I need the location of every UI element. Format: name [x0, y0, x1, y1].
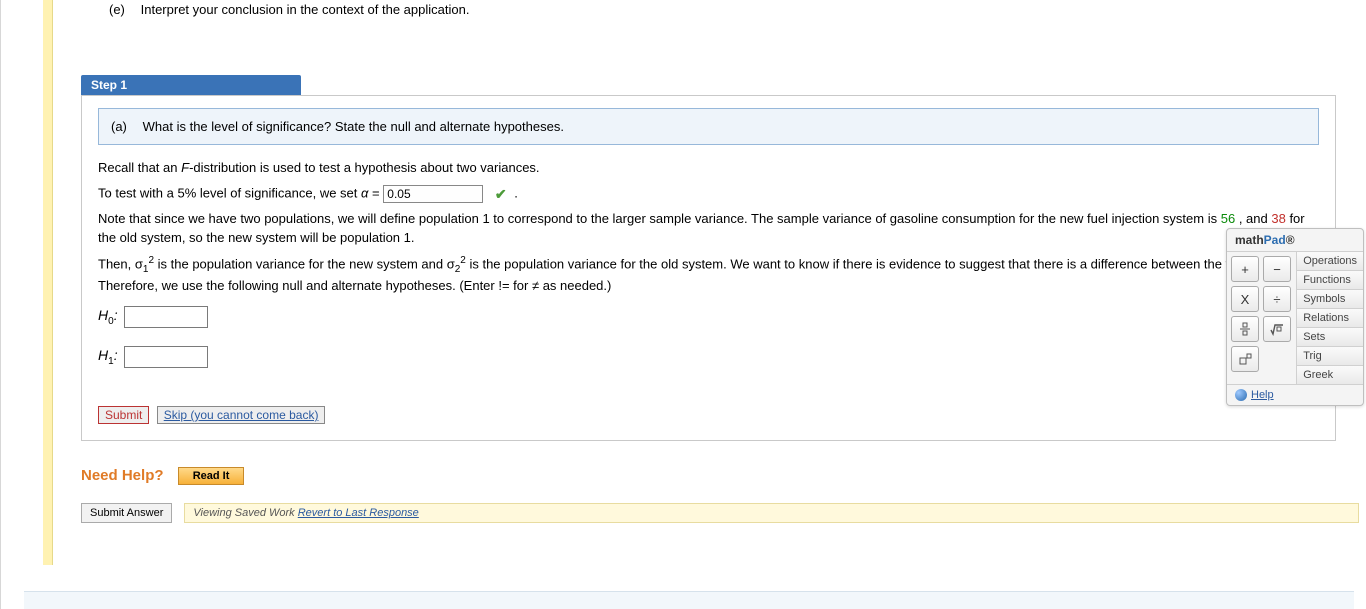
mathpad-sqrt-button[interactable]: [1263, 316, 1291, 342]
note-mid: , and: [1239, 211, 1272, 226]
alpha-period: .: [514, 185, 518, 200]
footer-strip: [24, 591, 1354, 609]
mathpad-minus-button[interactable]: −: [1263, 256, 1291, 282]
revert-link[interactable]: Revert to Last Response: [298, 507, 419, 519]
h1-input[interactable]: [124, 346, 208, 368]
read-it-button[interactable]: Read It: [178, 467, 245, 485]
part-e-label: (e): [109, 2, 137, 17]
question-highlight-strip: [43, 0, 53, 565]
note-paragraph: Note that since we have two populations,…: [98, 210, 1319, 248]
recall-text: Recall that an F-distribution is used to…: [98, 159, 1319, 178]
sub-question-text: What is the level of significance? State…: [143, 119, 564, 134]
sub-question-a: (a) What is the level of significance? S…: [98, 108, 1319, 145]
check-icon: ✔: [495, 184, 507, 204]
alpha-prefix: To test with a 5% level of significance,…: [98, 185, 383, 200]
h0-row: H0:: [98, 306, 1319, 328]
value-38: 38: [1271, 211, 1285, 226]
sigma1-sup: 2: [148, 255, 154, 266]
part-e-text: Interpret your conclusion in the context…: [141, 2, 470, 17]
mathpad-cat-functions[interactable]: Functions: [1297, 271, 1363, 290]
submit-step-button[interactable]: Submit: [98, 406, 149, 424]
then-a: Then, σ: [98, 256, 143, 271]
mathpad-times-button[interactable]: X: [1231, 286, 1259, 312]
mathpad-cat-symbols[interactable]: Symbols: [1297, 290, 1363, 309]
step-content-box: (a) What is the level of significance? S…: [81, 95, 1336, 441]
mathpad-plus-button[interactable]: +: [1231, 256, 1259, 282]
mathpad-divide-button[interactable]: ÷: [1263, 286, 1291, 312]
then-paragraph: Then, σ12 is the population variance for…: [98, 254, 1319, 296]
h0-input[interactable]: [124, 306, 208, 328]
note-a: Note that since we have two populations,…: [98, 211, 1221, 226]
need-help-row: Need Help? Read It: [81, 467, 1359, 485]
part-e-prompt: (e) Interpret your conclusion in the con…: [109, 2, 1359, 17]
mathpad-frac-button[interactable]: [1231, 316, 1259, 342]
h1-label: H1:: [98, 347, 118, 367]
skip-step-button[interactable]: Skip (you cannot come back): [157, 406, 326, 424]
mathpad-cat-trig[interactable]: Trig: [1297, 347, 1363, 366]
mathpad-cat-operations[interactable]: Operations: [1297, 252, 1363, 271]
mathpad-cat-greek[interactable]: Greek: [1297, 366, 1363, 384]
globe-icon: [1235, 389, 1247, 401]
mathpad-panel[interactable]: mathPad® + − X ÷ Operations Functi: [1226, 228, 1364, 406]
alpha-line: To test with a 5% level of significance,…: [98, 184, 1319, 204]
mathpad-cat-sets[interactable]: Sets: [1297, 328, 1363, 347]
mathpad-title: mathPad®: [1227, 229, 1363, 251]
step-submit-bar: Submit Skip (you cannot come back): [98, 406, 1319, 424]
then-b: is the population variance for the new s…: [158, 256, 455, 271]
saved-prefix: Viewing Saved Work: [193, 507, 297, 519]
saved-work-row: Submit Answer Viewing Saved Work Revert …: [81, 503, 1359, 523]
h1-row: H1:: [98, 346, 1319, 368]
mathpad-help-label: Help: [1251, 389, 1274, 401]
mathpad-categories: Operations Functions Symbols Relations S…: [1296, 252, 1363, 384]
mathpad-cat-relations[interactable]: Relations: [1297, 309, 1363, 328]
submit-answer-button[interactable]: Submit Answer: [81, 503, 172, 523]
alpha-input[interactable]: [383, 185, 483, 203]
step-header: Step 1: [81, 75, 301, 95]
sub-question-label: (a): [111, 119, 139, 134]
mathpad-exp-button[interactable]: [1231, 346, 1259, 372]
value-56: 56: [1221, 211, 1235, 226]
mathpad-help-link[interactable]: Help: [1227, 384, 1363, 405]
mathpad-keys: + − X ÷: [1227, 252, 1296, 384]
saved-work-bar: Viewing Saved Work Revert to Last Respon…: [184, 503, 1359, 523]
h0-label: H0:: [98, 307, 118, 327]
need-help-label: Need Help?: [81, 467, 164, 484]
sigma2-sup: 2: [460, 255, 466, 266]
